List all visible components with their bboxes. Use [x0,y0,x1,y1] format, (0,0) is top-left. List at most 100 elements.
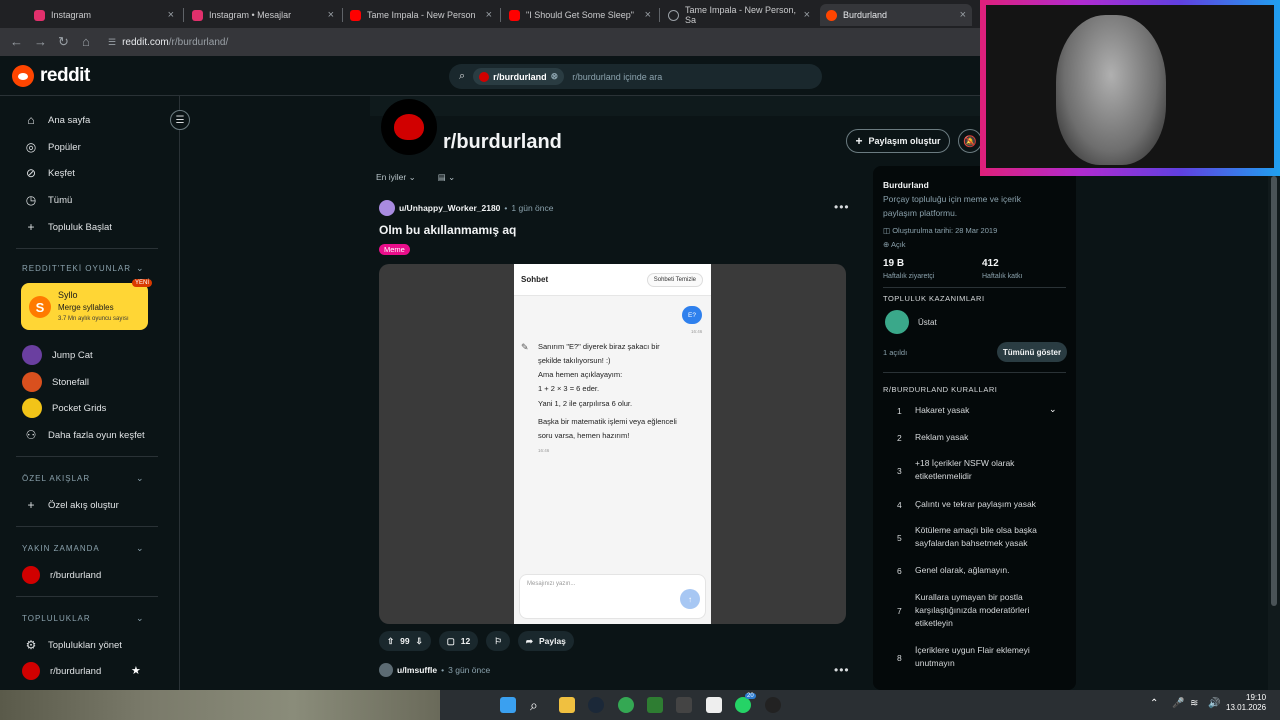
sidebar-item-recent-burdurland[interactable]: r/burdurland [22,566,101,584]
search-scope-chip[interactable]: r/burdurland ⊗ [473,68,565,85]
url-field[interactable]: ☰ reddit.com/r/burdurland/ [108,33,228,51]
avatar[interactable] [379,200,395,216]
sidebar-item-all[interactable]: ◷ Tümü [24,193,73,207]
view-dropdown[interactable]: ▤ ⌄ [438,172,456,183]
post-image[interactable]: Sohbet Sohbeti Temizle E? 16:46 ✎ Sanırı… [379,264,846,624]
downvote-icon[interactable]: ⇩ [416,636,423,647]
scrollbar[interactable] [1268,166,1280,690]
sidebar-item-explore[interactable]: ⊘ Keşfet [24,166,75,180]
search-icon[interactable]: ⌕ [530,697,546,713]
reload-icon[interactable]: ↻ [58,34,69,50]
post-title[interactable]: Olm bu akıllanmamış aq [379,223,516,237]
home-icon[interactable]: ⌂ [82,34,90,49]
show-all-button[interactable]: Tümünü göster [997,342,1067,362]
tab-instagram-messages[interactable]: Instagram • Mesajlar × [186,4,340,26]
tab-new-person-search[interactable]: Tame Impala - New Person, Sa × [662,4,816,26]
app-icon[interactable] [647,697,663,713]
forward-icon[interactable]: → [34,34,47,49]
reddit-icon [826,9,837,21]
award-icon: ⚐ [494,635,502,646]
section-communities[interactable]: TOPLULUKLAR [22,614,91,623]
sort-dropdown[interactable]: En iyiler ⌄ [376,172,416,183]
more-options-icon[interactable]: ••• [834,200,850,214]
close-tab-icon[interactable]: × [804,9,810,21]
chevron-down-icon[interactable]: ⌄ [1049,404,1057,415]
microphone-icon[interactable]: 🎤 [1172,698,1184,709]
chrome-icon[interactable] [618,697,634,713]
sidebar-item-start-community[interactable]: + Topluluk Başlat [24,220,111,234]
post-flair[interactable]: Meme [379,244,410,255]
post-actions: ⇧ 99 ⇩ ▢ 12 ⚐ ➦ Paylaş [379,631,574,651]
weekly-visitors-label: Haftalık ziyaretçi [883,273,935,280]
steam-icon[interactable] [588,697,604,713]
sidebar-item-community-burdurland[interactable]: r/burdurland [22,662,101,680]
create-post-button[interactable]: + Paylaşım oluştur [846,129,950,153]
chevron-down-icon[interactable]: ⌄ [136,473,144,484]
section-recent[interactable]: YAKIN ZAMANDA [22,544,100,553]
volume-icon[interactable]: 🔊 [1208,698,1220,709]
file-explorer-icon[interactable] [559,697,575,713]
search-input[interactable]: r/burdurland içinde ara [572,72,662,82]
section-custom-feeds[interactable]: ÖZEL AKIŞLAR [22,474,90,483]
sidebar-item-pocket-grids[interactable]: Pocket Grids [22,398,106,418]
post-author[interactable]: u/Unhappy_Worker_2180 [399,203,500,213]
tab-instagram[interactable]: Instagram × [28,4,180,26]
webcam-overlay [980,0,1280,176]
section-games[interactable]: REDDIT'TEKİ OYUNLAR [22,264,131,273]
sidebar-item-popular[interactable]: ◎ Popüler [24,140,81,154]
upvote-icon[interactable]: ⇧ [387,636,394,647]
more-options-icon[interactable]: ••• [834,663,850,677]
windows-start-icon[interactable] [500,697,516,713]
sidebar-item-manage-communities[interactable]: ⚙ Toplulukları yönet [24,638,122,652]
sidebar-item-create-feed[interactable]: + Özel akış oluştur [24,498,118,512]
close-tab-icon[interactable]: × [168,9,174,21]
close-tab-icon[interactable]: × [486,9,492,21]
notifications-off-button[interactable]: 🔕 [958,129,982,153]
collapse-sidebar-button[interactable]: ☰ [170,110,190,130]
app-icon[interactable] [676,697,692,713]
chevron-down-icon[interactable]: ⌄ [136,543,144,554]
post-author[interactable]: u/lmsuffle [397,665,437,675]
taskbar [0,690,1280,720]
wifi-icon[interactable]: ≋ [1190,698,1198,709]
sidebar-item-jump-cat[interactable]: Jump Cat [22,345,93,365]
tray-chevron-icon[interactable]: ⌃ [1150,698,1158,709]
popular-icon: ◎ [25,140,37,154]
tab-burdurland[interactable]: Burdurland × [820,4,972,26]
chevron-down-icon[interactable]: ⌄ [136,263,144,274]
tab-youtube-new-person[interactable]: Tame Impala - New Person × [344,4,498,26]
syllo-icon: S [29,296,51,318]
share-button[interactable]: ➦ Paylaş [517,631,574,651]
instagram-icon [192,9,203,21]
tab-youtube-sleep[interactable]: "I Should Get Some Sleep" × [503,4,657,26]
star-icon[interactable]: ★ [131,664,141,677]
app-icon[interactable] [706,697,722,713]
reply-line: soru varsa, hemen hazırım! [538,431,630,440]
app-icon[interactable] [765,697,781,713]
featured-game-syllo[interactable]: S Syllo Merge syllables 3.7 Mn aylık oyu… [21,279,152,330]
chevron-down-icon[interactable]: ⌄ [136,613,144,624]
reddit-logo[interactable]: reddit [12,65,90,87]
back-icon[interactable]: ← [10,34,23,49]
subreddit-title: r/burdurland [443,131,562,153]
close-tab-icon[interactable]: × [960,9,966,21]
clear-scope-icon[interactable]: ⊗ [551,71,559,82]
sidebar-item-home[interactable]: ⌂ Ana sayfa [24,113,90,127]
comments-button[interactable]: ▢ 12 [438,631,479,651]
bot-avatar-icon: ✎ [521,342,529,352]
taskbar-wallpaper [0,690,440,720]
close-tab-icon[interactable]: × [328,9,334,21]
system-clock[interactable]: 19:10 13.01.2026 [1226,693,1266,714]
sidebar-item-more-games[interactable]: ⚇ Daha fazla oyun keşfet [24,428,145,442]
achievement-name[interactable]: Üstat [918,318,937,327]
whatsapp-icon[interactable] [735,697,751,713]
award-button[interactable]: ⚐ [486,631,510,651]
reply-line: Başka bir matematik işlemi veya eğlencel… [538,417,677,426]
site-info-icon[interactable]: ☰ [108,37,116,48]
avatar[interactable] [379,663,393,677]
bell-off-icon: 🔕 [963,135,977,148]
sidebar-item-stonefall[interactable]: Stonefall [22,372,89,392]
close-tab-icon[interactable]: × [645,9,651,21]
scrollbar-thumb[interactable] [1271,176,1277,606]
search-bar[interactable]: ⌕ r/burdurland ⊗ r/burdurland içinde ara [449,64,822,89]
